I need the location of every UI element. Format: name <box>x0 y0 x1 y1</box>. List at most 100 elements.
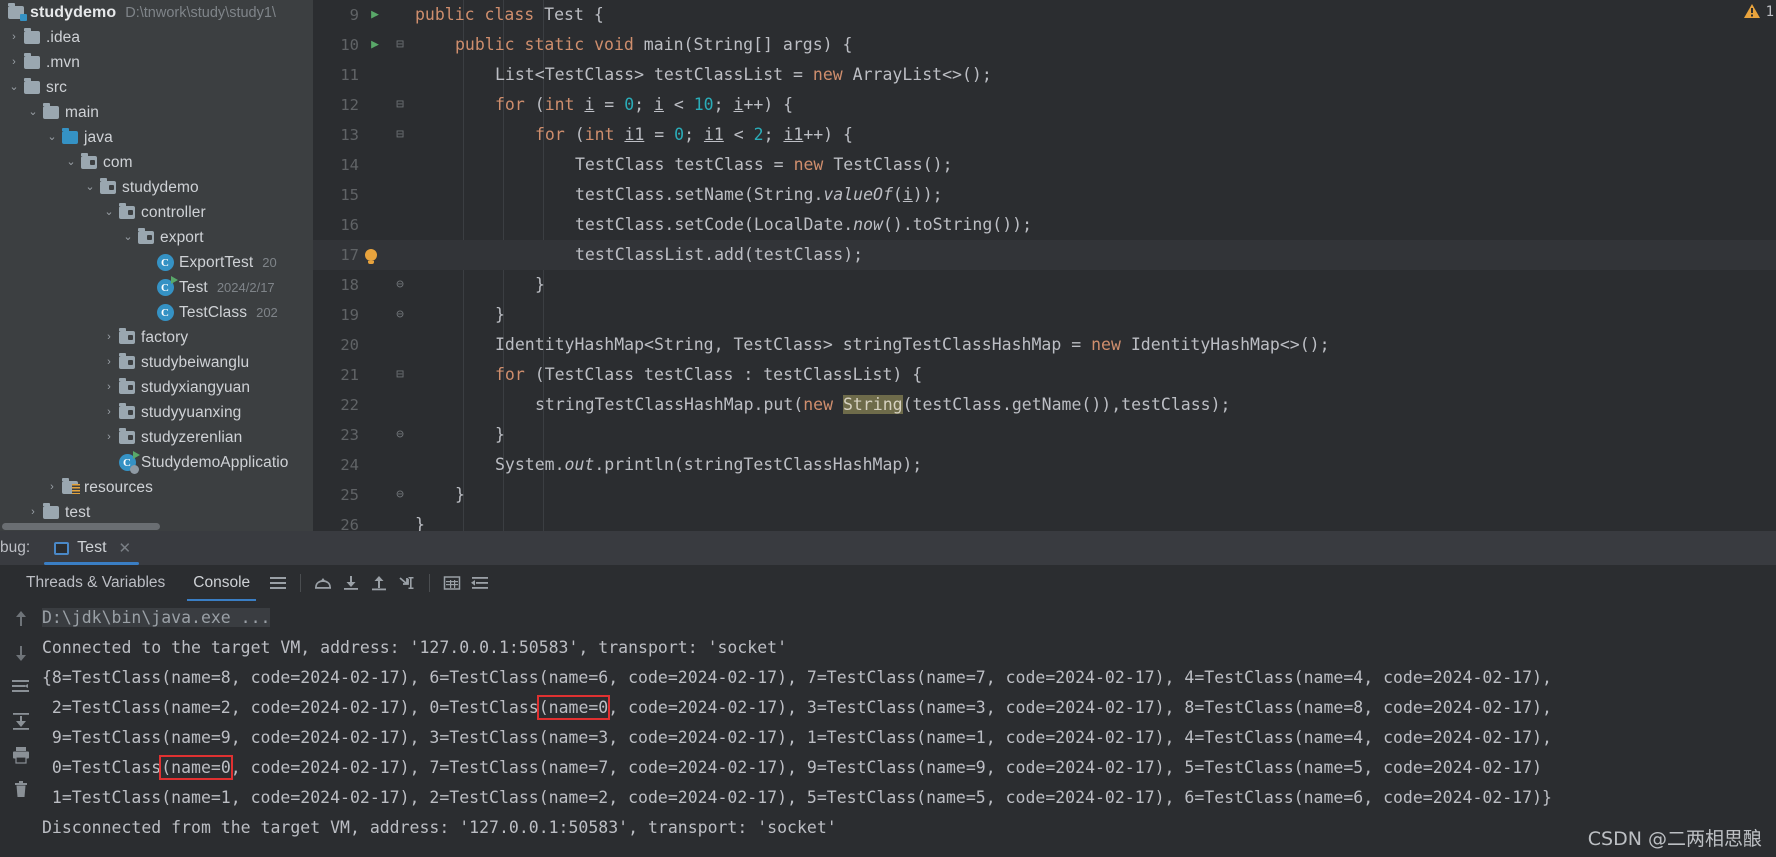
step-into-icon[interactable] <box>337 570 365 596</box>
tree-item-label: TestClass <box>179 303 248 321</box>
tree-item-java[interactable]: ⌄ java <box>0 125 313 150</box>
run-gutter-icon[interactable]: ▶ <box>367 0 383 30</box>
debug-session-tab-label: Test <box>77 539 107 556</box>
code-fold-icon[interactable]: ⊟ <box>393 90 407 120</box>
console-side-toolbar[interactable] <box>0 601 42 857</box>
code-line[interactable]: 20 IdentityHashMap<String, TestClass> str… <box>313 330 1776 360</box>
tree-item-src[interactable]: ⌄ src <box>0 75 313 100</box>
tree-item-main[interactable]: ⌄ main <box>0 100 313 125</box>
code-line[interactable]: 19 ⊖} <box>313 300 1776 330</box>
chevron-right-icon[interactable]: › <box>101 357 117 368</box>
code-fold-icon[interactable]: ⊖ <box>393 270 407 300</box>
chevron-down-icon[interactable]: ⌄ <box>120 232 136 243</box>
tree-item-studydemo[interactable]: ⌄ studydemo <box>0 175 313 200</box>
code-editor[interactable]: 9 ▶ public class Test {10 ▶ ⊟ public static v… <box>313 0 1776 531</box>
code-line[interactable]: 16 testClass.setCode(LocalDate.now().toSt… <box>313 210 1776 240</box>
arrow-down-icon[interactable] <box>8 641 34 665</box>
tree-item--idea[interactable]: › .idea <box>0 25 313 50</box>
table-icon[interactable] <box>438 570 466 596</box>
code-line[interactable]: 23 ⊖} <box>313 420 1776 450</box>
intention-bulb-icon[interactable] <box>365 249 377 264</box>
list-icon[interactable] <box>264 570 292 596</box>
resources-folder-icon <box>60 478 80 494</box>
console-area[interactable]: D:\jdk\bin\java.exe ... Connected to the … <box>0 601 1776 857</box>
code-line[interactable]: 14 TestClass testClass = new TestClass(); <box>313 150 1776 180</box>
chevron-down-icon[interactable]: ⌄ <box>63 157 79 168</box>
code-line[interactable]: 26} <box>313 510 1776 531</box>
tree-item-controller[interactable]: ⌄ controller <box>0 200 313 225</box>
tree-item-studyxiangyuan[interactable]: › studyxiangyuan <box>0 375 313 400</box>
tree-item-exporttest[interactable]: C ExportTest 20 <box>0 250 313 275</box>
code-fold-icon[interactable]: ⊖ <box>393 420 407 450</box>
tree-item-label: src <box>46 78 67 96</box>
tab-threads-and-variables[interactable]: Threads & Variables <box>12 565 179 601</box>
code-line[interactable]: 24 System.out.println(stringTestClassHash… <box>313 450 1776 480</box>
tree-item-studydemoapplicatio[interactable]: C StudydemoApplicatio <box>0 450 313 475</box>
chevron-right-icon[interactable]: › <box>6 57 22 68</box>
tree-horizontal-scrollbar[interactable] <box>0 521 313 531</box>
soft-wrap-icon[interactable] <box>466 570 494 596</box>
line-number: 15 <box>340 186 359 204</box>
chevron-right-icon[interactable]: › <box>101 332 117 343</box>
chevron-down-icon[interactable]: ⌄ <box>44 132 60 143</box>
chevron-right-icon[interactable]: › <box>101 382 117 393</box>
code-fold-icon[interactable]: ⊖ <box>393 480 407 510</box>
code-text: } <box>455 485 465 504</box>
tree-item-com[interactable]: ⌄ com <box>0 150 313 175</box>
code-line[interactable]: 22 stringTestClassHashMap.put(new String(… <box>313 390 1776 420</box>
code-line[interactable]: 11 List<TestClass> testClassList = new Ar… <box>313 60 1776 90</box>
close-icon[interactable]: ✕ <box>119 539 132 557</box>
chevron-right-icon[interactable]: › <box>25 507 41 518</box>
run-to-cursor-icon[interactable] <box>393 570 421 596</box>
tree-item-studybeiwanglu[interactable]: › studybeiwanglu <box>0 350 313 375</box>
tree-item-test[interactable]: C Test 2024/2/17 <box>0 275 313 300</box>
chevron-down-icon[interactable]: ⌄ <box>101 207 117 218</box>
trash-icon[interactable] <box>8 777 34 801</box>
code-line[interactable]: 15 testClass.setName(String.valueOf(i)); <box>313 180 1776 210</box>
code-lines[interactable]: 9 ▶ public class Test {10 ▶ ⊟ public static v… <box>313 0 1776 531</box>
wrap-text-icon[interactable] <box>8 675 34 699</box>
tree-scrollbar-thumb[interactable] <box>2 523 160 530</box>
chevron-right-icon[interactable]: › <box>101 432 117 443</box>
code-line[interactable]: 21 ⊟ for (TestClass testClass : testClassL… <box>313 360 1776 390</box>
tree-item-studyzerenlian[interactable]: › studyzerenlian <box>0 425 313 450</box>
tree-item--mvn[interactable]: › .mvn <box>0 50 313 75</box>
debug-tool-window[interactable]: bug: Test ✕ Threads & Variables Console <box>0 531 1776 857</box>
code-line[interactable]: 25 ⊖} <box>313 480 1776 510</box>
chevron-right-icon[interactable]: › <box>6 32 22 43</box>
code-fold-icon[interactable]: ⊖ <box>393 300 407 330</box>
project-tree-panel[interactable]: studydemo D:\tnwork\study\study1\ › .idea… <box>0 0 313 531</box>
code-line[interactable]: 12 ⊟ for (int i = 0; i < 10; i++) { <box>313 90 1776 120</box>
code-fold-icon[interactable]: ⊟ <box>393 360 407 390</box>
tree-item-resources[interactable]: › resources <box>0 475 313 500</box>
tree-item-studyyuanxing[interactable]: › studyyuanxing <box>0 400 313 425</box>
debug-session-tab-test[interactable]: Test ✕ <box>40 531 143 565</box>
code-line[interactable]: 18 ⊖} <box>313 270 1776 300</box>
tree-item-export[interactable]: ⌄ export <box>0 225 313 250</box>
tree-item-factory[interactable]: › factory <box>0 325 313 350</box>
chevron-down-icon[interactable]: ⌄ <box>25 107 41 118</box>
run-gutter-icon[interactable]: ▶ <box>367 30 383 60</box>
code-line[interactable]: 17 testClassList.add(testClass); <box>313 240 1776 270</box>
scroll-to-end-icon[interactable] <box>8 709 34 733</box>
chevron-down-icon[interactable]: ⌄ <box>6 82 22 93</box>
code-fold-icon[interactable]: ⊟ <box>393 120 407 150</box>
tree-item-testclass[interactable]: C TestClass 202 <box>0 300 313 325</box>
code-fold-icon[interactable]: ⊟ <box>393 30 407 60</box>
chevron-right-icon[interactable]: › <box>44 482 60 493</box>
console-output[interactable]: D:\jdk\bin\java.exe ... Connected to the … <box>42 601 1776 857</box>
chevron-right-icon[interactable]: › <box>101 407 117 418</box>
tab-console[interactable]: Console <box>179 565 264 601</box>
arrow-up-icon[interactable] <box>8 607 34 631</box>
debug-toolbar[interactable]: Threads & Variables Console <box>0 565 1776 601</box>
chevron-down-icon[interactable]: ⌄ <box>82 182 98 193</box>
code-line[interactable]: 9 ▶ public class Test { <box>313 0 1776 30</box>
tree-root-row[interactable]: studydemo D:\tnwork\study\study1\ <box>0 0 313 25</box>
print-icon[interactable] <box>8 743 34 767</box>
code-text: for (int i = 0; i < 10; i++) { <box>495 95 794 114</box>
warning-icon[interactable] <box>1744 4 1760 18</box>
step-out-icon[interactable] <box>365 570 393 596</box>
code-line[interactable]: 10 ▶ ⊟ public static void main(String[] arg… <box>313 30 1776 60</box>
step-over-icon[interactable] <box>309 570 337 596</box>
code-line[interactable]: 13 ⊟ for (int i1 = 0; i1 < 2; i1++) { <box>313 120 1776 150</box>
